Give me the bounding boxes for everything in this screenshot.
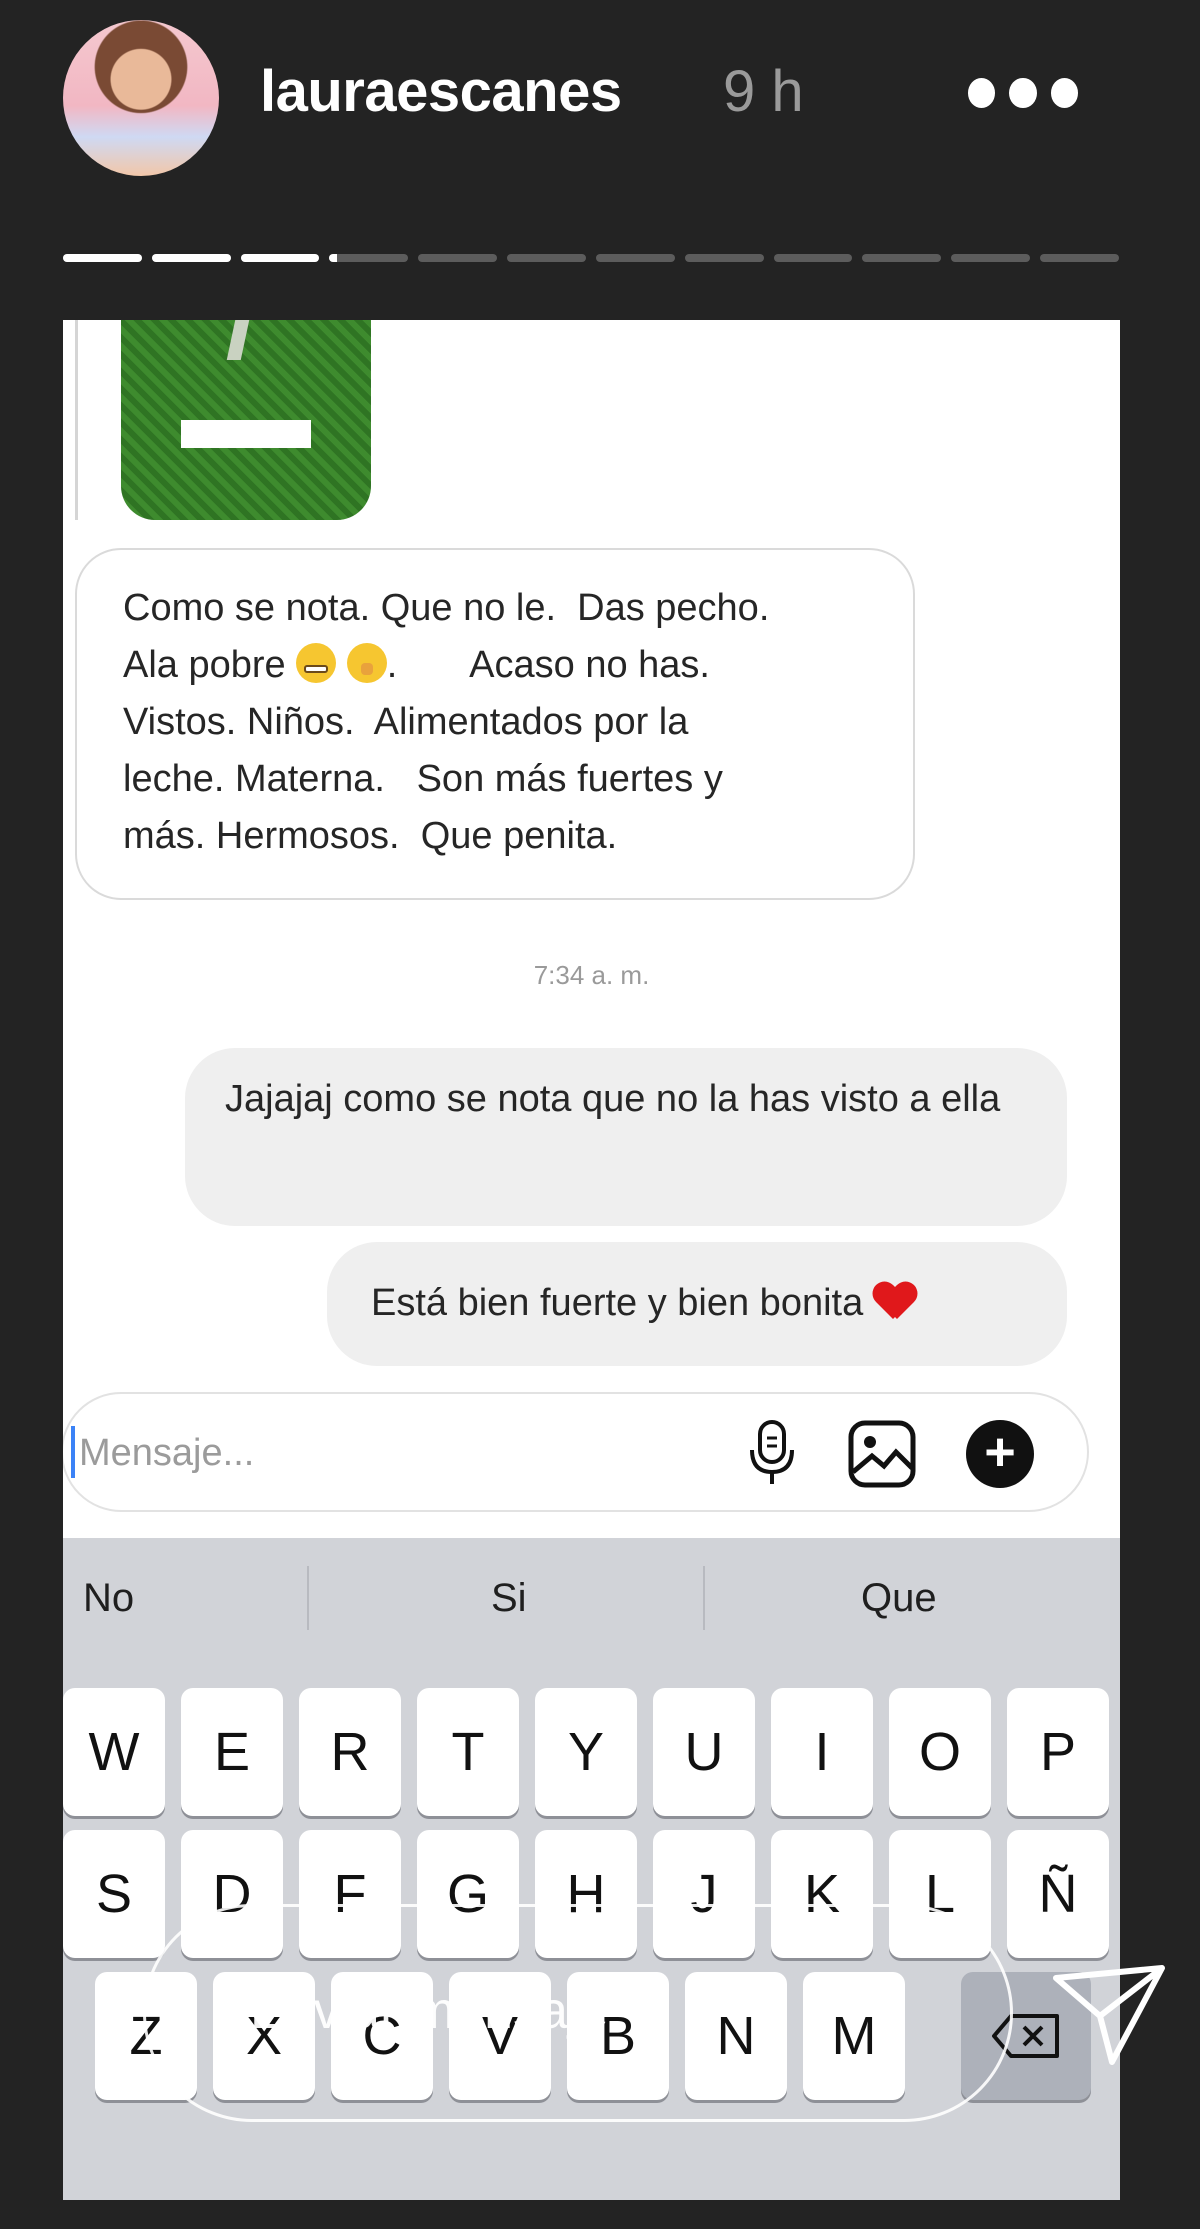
received-message-bubble: Como se nota. Que no le. Das pecho. Ala …: [75, 548, 915, 900]
key-s[interactable]: S: [63, 1830, 165, 1958]
message-composer[interactable]: +: [63, 1392, 1089, 1512]
suggestion-si[interactable]: Si: [491, 1538, 527, 1658]
suggestion-no[interactable]: No: [83, 1538, 134, 1658]
shushing-face-emoji-icon: [346, 643, 387, 683]
key-o[interactable]: O: [889, 1688, 991, 1816]
sent-message-bubble: Jajajaj como se nota que no la has visto…: [185, 1048, 1067, 1226]
more-horizontal-icon[interactable]: [968, 78, 1078, 108]
story-progress-segment: [63, 254, 142, 262]
add-icon[interactable]: +: [966, 1420, 1034, 1488]
gallery-icon[interactable]: [848, 1420, 916, 1488]
message-timestamp: 7:34 a. m.: [533, 960, 650, 990]
story-progress-segment: [151, 254, 231, 262]
story-progress-segment: [507, 254, 586, 262]
sent-message-text: Está bien fuerte y bien bonita: [371, 1282, 864, 1324]
profile-avatar[interactable]: [63, 20, 219, 176]
key-u[interactable]: U: [653, 1688, 755, 1816]
text-cursor: [71, 1426, 75, 1478]
photo-caption-sticker: [181, 420, 311, 448]
send-message-field[interactable]: Enviar mensaje: [143, 1904, 1013, 2122]
story-progress-segment: [1040, 254, 1119, 262]
story-time: 9 h: [723, 59, 804, 124]
story-progress-segment: [684, 254, 764, 262]
story-progress-segment: [329, 254, 409, 262]
key-w[interactable]: W: [63, 1688, 165, 1816]
suggestion-divider: [307, 1566, 309, 1630]
story-progress-segment: [595, 254, 675, 262]
key-t[interactable]: T: [417, 1688, 519, 1816]
key-y[interactable]: Y: [535, 1688, 637, 1816]
story-progress-segment: [418, 254, 498, 262]
paper-plane-send-icon[interactable]: [1050, 1960, 1170, 2070]
story-progress-segment: [240, 254, 320, 262]
story-progress-segment: [862, 254, 942, 262]
send-message-placeholder: Enviar mensaje: [250, 1982, 609, 2040]
photo-detail: [226, 320, 250, 360]
keyboard-suggestions: No Si Que: [63, 1538, 1120, 1658]
received-message-text: Como se nota. Que no le. Das pecho. Ala …: [123, 580, 883, 865]
sent-message-bubble: Está bien fuerte y bien bonita: [327, 1242, 1067, 1366]
red-heart-emoji-icon: [873, 1283, 917, 1323]
story-progress-bar: [63, 254, 1119, 262]
suggestion-que[interactable]: Que: [861, 1538, 937, 1658]
microphone-icon[interactable]: [748, 1420, 796, 1486]
key-r[interactable]: R: [299, 1688, 401, 1816]
grimacing-face-emoji-icon: [296, 643, 337, 683]
story-username[interactable]: lauraescanes: [260, 58, 622, 125]
key-ñ[interactable]: Ñ: [1007, 1830, 1109, 1958]
message-input[interactable]: [77, 1418, 681, 1488]
key-i[interactable]: I: [771, 1688, 873, 1816]
reply-thread-line: [75, 320, 78, 520]
key-e[interactable]: E: [181, 1688, 283, 1816]
story-progress-segment: [773, 254, 853, 262]
suggestion-divider: [703, 1566, 705, 1630]
key-p[interactable]: P: [1007, 1688, 1109, 1816]
sent-message-text: Jajajaj como se nota que no la has visto…: [225, 1078, 1001, 1120]
story-progress-segment: [951, 254, 1031, 262]
shared-photo[interactable]: [121, 320, 371, 520]
